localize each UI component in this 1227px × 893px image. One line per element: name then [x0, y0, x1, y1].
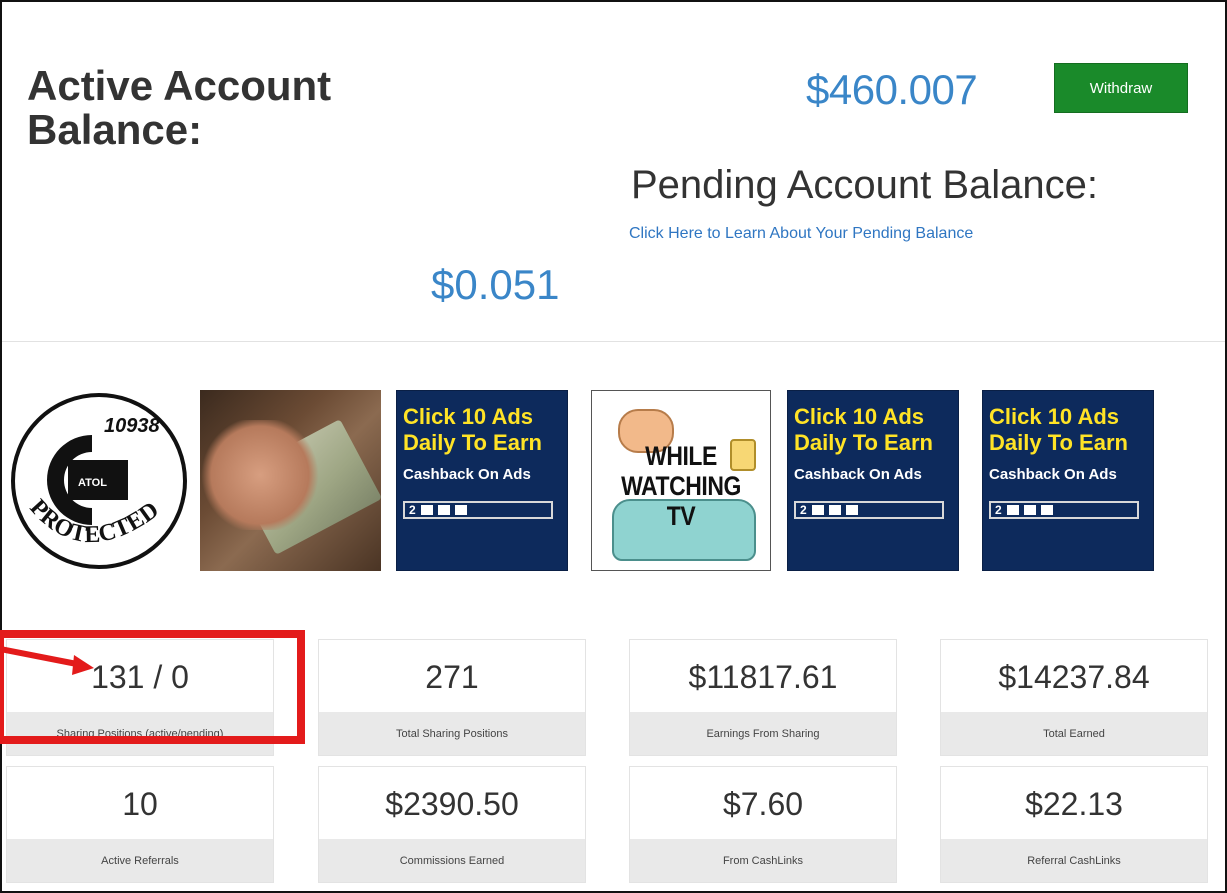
stat-card-from-cashlinks: $7.60 From CashLinks: [629, 766, 897, 883]
stat-value: 10: [122, 785, 158, 822]
hand-image: [200, 420, 320, 530]
meter-block: [437, 505, 450, 515]
meter-block: [828, 505, 841, 515]
meter-block: [811, 505, 824, 515]
pending-balance-amount: $0.051: [431, 261, 560, 308]
atol-protected-badge[interactable]: 10938 ATOL PROTECTED: [4, 390, 194, 571]
ad-counter-meter: 2: [403, 501, 553, 519]
ad-counter-number: 2: [995, 503, 1002, 517]
atol-logo-icon: 10938 ATOL PROTECTED: [11, 393, 187, 569]
ad-counter-meter: 2: [989, 501, 1139, 519]
tv-line-2: WATCHING: [621, 471, 741, 501]
ad-counter-number: 2: [800, 503, 807, 517]
click-ads-banner[interactable]: Click 10 Ads Daily To Earn Cashback On A…: [982, 390, 1154, 571]
pointer-arrow-icon: [0, 646, 94, 675]
cash-photo[interactable]: [200, 390, 381, 571]
pending-balance-learn-link[interactable]: Click Here to Learn About Your Pending B…: [629, 225, 973, 243]
active-balance-title-text: Active Account Balance:: [27, 62, 332, 153]
while-watching-tv-banner[interactable]: WHILE WATCHING TV: [591, 390, 771, 571]
ad-headline: Click 10 Ads: [989, 404, 1120, 429]
ad-caption: Cashback On Ads: [794, 466, 922, 483]
stat-card-earnings-from-sharing: $11817.61 Earnings From Sharing: [629, 639, 897, 756]
stat-card-total-earned: $14237.84 Total Earned: [940, 639, 1208, 756]
active-balance-title: Active Account Balance:: [27, 64, 407, 152]
stat-card-active-referrals: 10 Active Referrals: [6, 766, 274, 883]
click-ads-banner[interactable]: Click 10 Ads Daily To Earn Cashback On A…: [396, 390, 568, 571]
meter-block: [845, 505, 858, 515]
withdraw-button[interactable]: Withdraw: [1054, 63, 1188, 113]
stat-value: $14237.84: [998, 658, 1150, 695]
tv-line-3: TV: [666, 501, 696, 531]
meter-block: [1040, 505, 1053, 515]
ad-headline: Click 10 Ads: [403, 404, 534, 429]
stat-card-commissions-earned: $2390.50 Commissions Earned: [318, 766, 586, 883]
pending-balance-title: Pending Account Balance:: [631, 163, 1099, 207]
stat-label: From CashLinks: [630, 839, 896, 882]
stat-label: Earnings From Sharing: [630, 712, 896, 755]
ad-caption: Cashback On Ads: [403, 466, 531, 483]
ad-subheadline: Daily To Earn: [403, 430, 542, 455]
stat-label: Total Earned: [941, 712, 1207, 755]
stat-value: $2390.50: [385, 785, 519, 822]
stat-label: Commissions Earned: [319, 839, 585, 882]
meter-block: [420, 505, 433, 515]
stat-label: Referral CashLinks: [941, 839, 1207, 882]
stat-value: 271: [425, 658, 479, 695]
stat-value: $7.60: [722, 785, 804, 822]
click-ads-banner[interactable]: Click 10 Ads Daily To Earn Cashback On A…: [787, 390, 959, 571]
active-balance-amount: $460.007: [806, 66, 978, 113]
meter-block: [454, 505, 467, 515]
meter-block: [1023, 505, 1036, 515]
ad-caption: Cashback On Ads: [989, 466, 1117, 483]
ad-subheadline: Daily To Earn: [989, 430, 1128, 455]
stat-value: $11817.61: [688, 658, 838, 695]
atol-brand: ATOL: [78, 477, 107, 489]
section-divider: [2, 341, 1225, 342]
stat-card-referral-cashlinks: $22.13 Referral CashLinks: [940, 766, 1208, 883]
stat-label: Total Sharing Positions: [319, 712, 585, 755]
ad-subheadline: Daily To Earn: [794, 430, 933, 455]
atol-number: 10938: [104, 415, 160, 437]
ad-counter-meter: 2: [794, 501, 944, 519]
stat-value: $22.13: [1025, 785, 1123, 822]
meter-block: [1006, 505, 1019, 515]
ad-headline: Click 10 Ads: [794, 404, 925, 429]
ad-counter-number: 2: [409, 503, 416, 517]
stat-card-total-sharing-positions: 271 Total Sharing Positions: [318, 639, 586, 756]
tv-line-1: WHILE: [645, 441, 717, 471]
tv-banner-text: WHILE WATCHING TV: [605, 441, 756, 531]
stat-label: Active Referrals: [7, 839, 273, 882]
